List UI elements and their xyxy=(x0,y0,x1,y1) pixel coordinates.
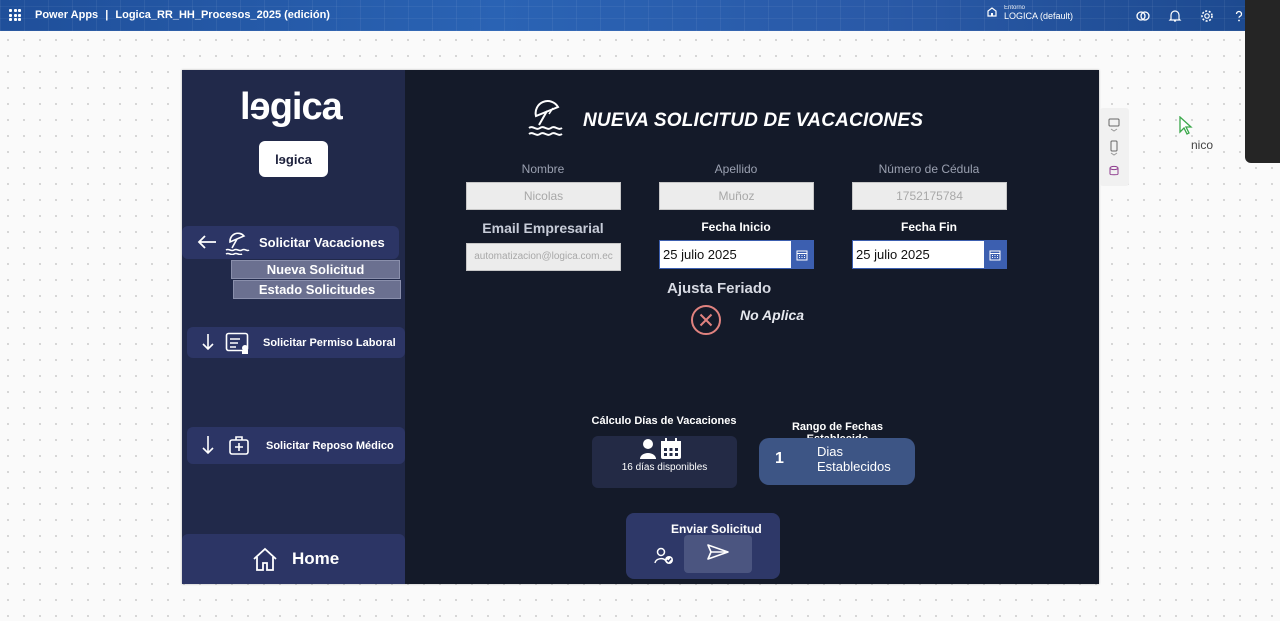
copilot-icon[interactable] xyxy=(1135,8,1150,23)
sub-nueva-solicitud[interactable]: Nueva Solicitud xyxy=(231,260,400,279)
fecha-inicio-label: Fecha Inicio xyxy=(701,220,771,234)
cedula-label: Número de Cédula xyxy=(878,162,980,176)
app-canvas: lɘgica lɘgica Solicitar Vacaciones Nueva… xyxy=(182,70,1099,584)
dias-establecidos-count: 1 xyxy=(775,450,784,467)
sub-estado-solicitudes[interactable]: Estado Solicitudes xyxy=(233,280,401,299)
beach-umbrella-icon xyxy=(527,100,567,141)
data-source-icon[interactable] xyxy=(1108,164,1120,182)
enviar-solicitud-panel: Enviar Solicitud xyxy=(626,513,780,579)
title-separator: | xyxy=(105,9,109,21)
page-title: NUEVA SOLICITUD DE VACACIONES xyxy=(583,110,924,131)
app-launcher-icon[interactable] xyxy=(9,9,21,21)
rango-fechas-card: 1 Dias Establecidos xyxy=(759,438,915,485)
email-field[interactable]: automatizacion@logica.com.ec xyxy=(466,243,621,271)
canvas-side-toolbar xyxy=(1100,108,1129,186)
enviar-solicitud-label: Enviar Solicitud xyxy=(671,522,762,536)
environment-label: Entorno xyxy=(1004,5,1026,11)
fecha-fin-picker[interactable]: 25 julio 2025 xyxy=(852,240,1007,269)
logica-logo: lɘgica xyxy=(240,86,343,128)
calendar-icon[interactable] xyxy=(984,241,1006,268)
person-check-icon xyxy=(654,546,674,571)
calculo-dias-label: Cálculo Días de Vacaciones xyxy=(591,415,737,427)
environment-picker[interactable]: Entorno LOGICA (default) xyxy=(986,5,1073,21)
fecha-inicio-value[interactable]: 25 julio 2025 xyxy=(660,241,791,268)
apellido-label: Apellido xyxy=(714,162,758,176)
fecha-fin-label: Fecha Fin xyxy=(900,220,957,234)
nav-solicitar-permiso[interactable]: Solicitar Permiso Laboral xyxy=(187,327,405,358)
nombre-field[interactable]: Nicolas xyxy=(466,182,621,210)
arrow-left-icon[interactable] xyxy=(196,232,218,257)
arrow-down-icon[interactable] xyxy=(201,332,215,357)
settings-gear-icon[interactable] xyxy=(1199,8,1214,23)
nav-home[interactable]: Home xyxy=(182,534,405,584)
arrow-down-icon[interactable] xyxy=(201,434,215,461)
environment-name: LOGICA (default) xyxy=(1004,11,1074,21)
send-icon xyxy=(706,543,730,566)
nav-vacaciones-label: Solicitar Vacaciones xyxy=(259,235,385,250)
nav-home-label: Home xyxy=(292,549,340,568)
home-icon xyxy=(251,546,279,577)
calendar-icon[interactable] xyxy=(791,241,813,268)
top-bar: Power Apps | Logica_RR_HH_Procesos_2025 … xyxy=(0,0,1245,31)
send-button[interactable] xyxy=(684,535,752,573)
app-name: Power Apps xyxy=(35,9,99,21)
nav-solicitar-reposo[interactable]: Solicitar Reposo Médico xyxy=(187,427,405,464)
collapsed-side-panel[interactable] xyxy=(1245,0,1280,163)
document-title[interactable]: Logica_RR_HH_Procesos_2025 (edición) xyxy=(115,9,330,21)
email-label: Email Empresarial xyxy=(482,220,604,236)
nav-solicitar-vacaciones[interactable]: Solicitar Vacaciones xyxy=(182,226,399,259)
notification-bell-icon[interactable] xyxy=(1167,8,1182,23)
feriado-value: No Aplica xyxy=(740,307,805,323)
cedula-field[interactable]: 1752175784 xyxy=(852,182,1007,210)
comment-icon[interactable] xyxy=(1108,118,1120,137)
beach-umbrella-icon xyxy=(224,231,250,260)
logica-logo-chip: lɘgica xyxy=(259,141,328,177)
sidebar: lɘgica lɘgica Solicitar Vacaciones Nueva… xyxy=(182,70,405,584)
dias-establecidos-line1: Dias xyxy=(817,444,844,459)
calculo-dias-card: 16 días disponibles xyxy=(592,436,737,488)
dias-establecidos-line2: Establecidos xyxy=(817,459,891,474)
apellido-field[interactable]: Muñoz xyxy=(659,182,814,210)
fecha-fin-value[interactable]: 25 julio 2025 xyxy=(853,241,984,268)
collaborator-name: nico xyxy=(1191,138,1214,152)
app-title: Power Apps | Logica_RR_HH_Procesos_2025 … xyxy=(35,9,330,21)
fecha-inicio-picker[interactable]: 25 julio 2025 xyxy=(659,240,814,269)
environment-icon xyxy=(986,6,998,21)
document-certificate-icon xyxy=(225,332,251,359)
person-icon xyxy=(639,438,657,465)
nombre-label: Nombre xyxy=(521,162,565,176)
help-icon[interactable] xyxy=(1231,8,1245,23)
cancel-circle-icon xyxy=(690,304,722,341)
calendar-grid-icon xyxy=(660,438,682,465)
nav-permiso-label: Solicitar Permiso Laboral xyxy=(263,337,396,349)
ajusta-feriado-label: Ajusta Feriado xyxy=(667,280,772,297)
nav-reposo-label: Solicitar Reposo Médico xyxy=(266,440,394,452)
dias-disponibles: 16 días disponibles xyxy=(621,462,708,473)
device-preview-icon[interactable] xyxy=(1108,140,1120,161)
medical-kit-icon xyxy=(228,434,250,461)
